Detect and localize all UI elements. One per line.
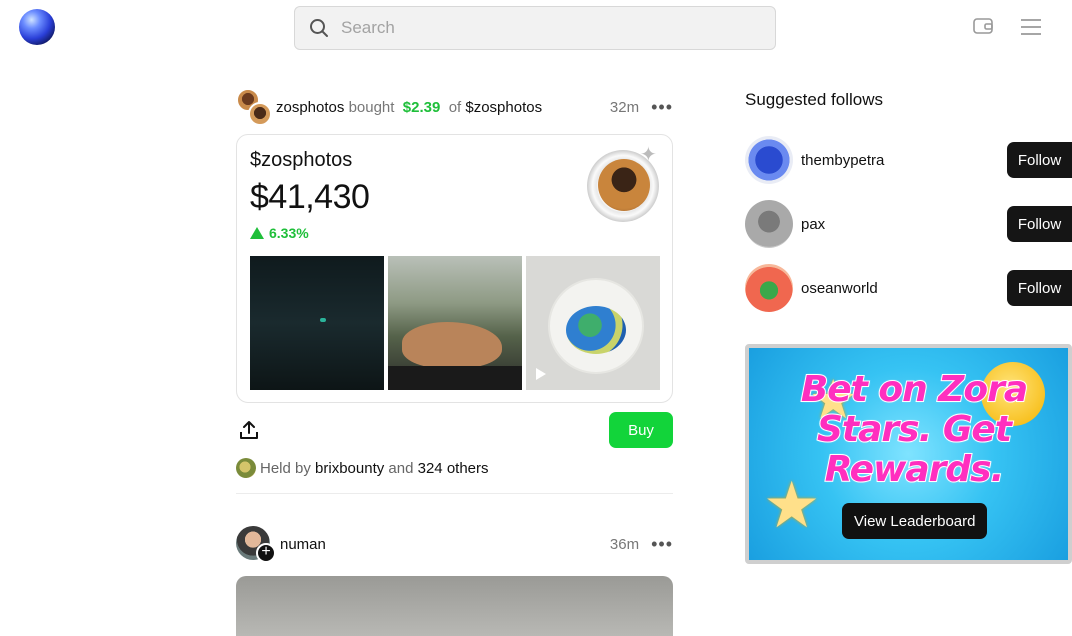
search-bar[interactable] [294,6,776,50]
more-options-icon[interactable]: ••• [651,534,673,555]
wallet-icon[interactable] [973,17,993,35]
zora-logo[interactable] [19,9,55,45]
suggestion-name[interactable]: pax [801,216,825,233]
media-grid [250,256,660,390]
post-of-label: of [448,98,462,116]
buy-button[interactable]: Buy [609,412,673,448]
post-header: + numan 36m ••• [236,526,673,563]
arrow-up-icon [250,227,264,239]
media-thumbnail[interactable] [388,256,522,390]
post-activity-text: zosphotos bought $2.39 of $zosphotos [276,99,542,116]
post-amount: $2.39 [402,98,441,116]
held-prefix: Held by [260,459,311,477]
suggestion-name[interactable]: oseanworld [801,280,878,297]
coin-card[interactable]: $zosphotos $41,430 6.33% ✦ [236,134,673,403]
avatar [248,102,272,126]
held-by-row: Held by brixbounty and 324 others [236,457,673,479]
suggested-follows-title: Suggested follows [745,90,883,109]
coin-price: $41,430 [250,178,370,216]
coin-name: $zosphotos [250,149,353,171]
holders-count-link[interactable]: 324 others [418,460,489,477]
suggestion-name[interactable]: thembypetra [801,152,884,169]
menu-icon[interactable] [1021,19,1041,35]
suggestion-item: pax Follow [745,192,1072,256]
divider [236,493,673,494]
sparkle-icon: ✦ [640,144,657,166]
avatar[interactable] [745,136,793,184]
post-time: 32m [609,98,640,116]
follow-plus-icon[interactable]: + [256,543,276,563]
post-avatars[interactable] [236,88,274,126]
post-username[interactable]: zosphotos [276,99,344,116]
search-icon [310,19,328,37]
post-coin-link[interactable]: $zosphotos [465,99,542,116]
post-avatar[interactable]: + [236,526,276,563]
more-options-icon[interactable]: ••• [651,97,673,118]
held-and: and [388,459,414,477]
post-action: bought [348,98,395,116]
holder-avatar[interactable] [236,458,256,478]
media-thumbnail[interactable] [526,256,660,390]
post-header: zosphotos bought $2.39 of $zosphotos 32m… [236,80,673,134]
follow-button[interactable]: Follow [1007,142,1072,178]
post-actions: Buy [236,403,673,457]
post-username[interactable]: numan [280,536,326,553]
holder-link[interactable]: brixbounty [315,460,384,477]
post-time: 36m [609,535,640,553]
post-media[interactable] [236,576,673,636]
sidebar: Suggested follows thembypetra Follow pax… [745,90,1072,564]
avatar[interactable] [745,264,793,312]
avatar[interactable] [745,200,793,248]
promo-headline: Bet on Zora Stars. Get Rewards. [800,369,1029,491]
feed: zosphotos bought $2.39 of $zosphotos 32m… [236,80,673,636]
follow-button[interactable]: Follow [1007,206,1072,242]
follow-button[interactable]: Follow [1007,270,1072,306]
play-icon [536,368,546,380]
coin-change: 6.33% [250,225,309,241]
coin-change-value: 6.33% [269,225,309,241]
media-thumbnail[interactable] [250,256,384,390]
view-leaderboard-button[interactable]: View Leaderboard [842,503,988,539]
top-bar [0,0,1072,56]
suggestion-item: thembypetra Follow [745,128,1072,192]
suggestion-item: oseanworld Follow [745,256,1072,320]
promo-banner[interactable]: ★ ★ Bet on Zora Stars. Get Rewards. View… [745,344,1072,564]
search-input[interactable] [341,18,741,38]
share-icon[interactable] [238,419,260,441]
